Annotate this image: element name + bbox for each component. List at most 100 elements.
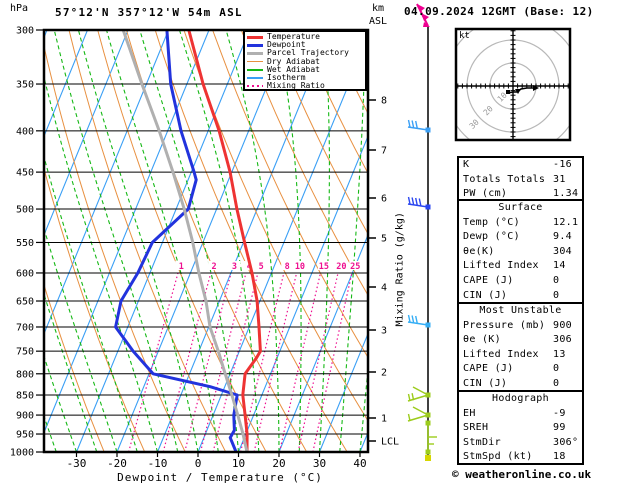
- row-label: StmSpd (kt): [463, 451, 533, 463]
- datetime-label: 04.09.2024 12GMT (Base: 12): [404, 5, 594, 18]
- row-value: 304: [553, 245, 572, 257]
- svg-text:400: 400: [16, 126, 34, 137]
- row-label: CAPE (J): [463, 274, 514, 286]
- svg-text:6: 6: [381, 194, 387, 205]
- svg-text:450: 450: [16, 168, 34, 179]
- row-label: EH: [463, 407, 476, 419]
- x-axis-title: Dewpoint / Temperature (°C): [117, 471, 323, 484]
- pressure-tick-labels: 300 350 400 450 500 550 600 650 700 750 800 850 900 9…: [10, 26, 44, 459]
- table-title: Surface: [498, 202, 543, 213]
- row-value: 13: [553, 348, 566, 360]
- svg-text:8: 8: [381, 96, 387, 107]
- svg-text:4: 4: [381, 283, 387, 294]
- table-row: StmDir 306°: [459, 436, 582, 451]
- lcl-label: LCL: [381, 437, 399, 448]
- svg-text:2: 2: [381, 368, 387, 379]
- svg-text:650: 650: [16, 297, 34, 308]
- table-row: EH -9: [459, 407, 582, 422]
- svg-text:-10: -10: [148, 457, 168, 470]
- row-value: 9.4: [553, 231, 572, 243]
- legend-swatch-icon: [247, 43, 263, 47]
- table-row: Lifted Index 14: [459, 259, 582, 274]
- svg-text:-20: -20: [107, 457, 127, 470]
- most-unstable-table: Most Unstable Pressure (mb) 900 θe (K) 306 Li…: [457, 302, 584, 392]
- legend-item-label: Mixing Ratio: [267, 81, 325, 91]
- table-row: Temp (°C) 12.1: [459, 216, 582, 231]
- station-title: 57°12'N 357°12'W 54m ASL: [55, 6, 243, 19]
- skewt-sounding-page: { "header": { "pressure_unit": "hPa", "t…: [0, 0, 629, 486]
- svg-text:3: 3: [232, 262, 237, 272]
- hodograph-table: Hodograph EH -9 SREH 99 StmDir 306° StmSpd (kt)…: [457, 390, 584, 465]
- table-row: K -16: [459, 158, 582, 173]
- table-row: SREH 99: [459, 421, 582, 436]
- table-row: CAPE (J) 0: [459, 362, 582, 377]
- svg-text:7: 7: [381, 146, 387, 157]
- table-row: θe(K) 304: [459, 245, 582, 260]
- row-value: 18: [553, 451, 566, 463]
- svg-text:500: 500: [16, 205, 34, 216]
- row-value: 0: [553, 289, 560, 301]
- svg-text:900: 900: [16, 411, 34, 422]
- legend-swatch-icon: [247, 51, 263, 55]
- svg-text:5: 5: [259, 262, 264, 272]
- row-label: CAPE (J): [463, 363, 514, 375]
- wind-level-marker: [425, 455, 431, 461]
- table-row: Pressure (mb) 900: [459, 319, 582, 334]
- km-unit-label: km: [372, 3, 385, 14]
- svg-text:2: 2: [212, 262, 217, 272]
- row-label: Dewp (°C): [463, 231, 520, 243]
- svg-text:8: 8: [285, 262, 290, 272]
- row-label: Temp (°C): [463, 216, 520, 228]
- svg-text:0: 0: [195, 457, 202, 470]
- hodograph-unit-label: kt: [459, 31, 470, 41]
- table-row: Lifted Index 13: [459, 348, 582, 363]
- row-label: SREH: [463, 422, 489, 434]
- wind-barb-column: [407, 3, 437, 461]
- svg-text:350: 350: [16, 80, 34, 91]
- surface-table: Surface Temp (°C) 12.1 Dewp (°C) 9.4 θe(K) 304…: [457, 199, 584, 304]
- svg-text:5: 5: [381, 234, 387, 245]
- legend-swatch-icon: [247, 60, 263, 63]
- legend-swatch-icon: [247, 35, 263, 39]
- row-label: Lifted Index: [463, 348, 539, 360]
- svg-text:550: 550: [16, 238, 34, 249]
- svg-text:950: 950: [16, 430, 34, 441]
- row-value: 900: [553, 319, 572, 331]
- row-label: θe(K): [463, 245, 495, 257]
- pressure-unit-label: hPa: [10, 3, 29, 14]
- row-value: 99: [553, 422, 566, 434]
- row-label: K: [463, 159, 470, 170]
- legend-item: Wet Adiabat: [247, 65, 365, 74]
- legend-item: Temperature: [247, 33, 365, 41]
- table-row: CAPE (J) 0: [459, 274, 582, 289]
- legend-swatch-icon: [247, 69, 263, 71]
- mixing-ratio-labels: 1 2 3 4 5 8 10 15 20 25: [175, 261, 362, 272]
- svg-text:-30: -30: [67, 457, 87, 470]
- svg-text:15: 15: [319, 262, 329, 272]
- row-value: 0: [553, 274, 560, 286]
- table-title: Most Unstable: [479, 305, 562, 316]
- temperature-tick-labels: -30 -20 -10 0 10 20 30 40: [67, 452, 367, 470]
- svg-text:750: 750: [16, 347, 34, 358]
- row-label: CIN (J): [463, 377, 508, 389]
- row-label: CIN (J): [463, 289, 508, 301]
- legend-box: Temperature Dewpoint Parcel Trajectory Dry …: [243, 30, 367, 91]
- hodograph-ring-label: 30: [468, 118, 481, 131]
- hodograph-ring-label: 20: [482, 104, 495, 117]
- mixing-ratio-axis-label: Mixing Ratio (g/kg): [394, 212, 406, 327]
- svg-text:300: 300: [16, 26, 34, 37]
- row-value: -9: [553, 407, 566, 419]
- table-row: StmSpd (kt) 18: [459, 450, 582, 465]
- svg-text:10: 10: [232, 457, 245, 470]
- svg-text:10: 10: [295, 262, 305, 272]
- svg-text:1000: 1000: [10, 448, 34, 459]
- legend-swatch-icon: [247, 85, 263, 88]
- svg-text:25: 25: [350, 262, 360, 272]
- row-value: 306: [553, 334, 572, 346]
- row-value: 14: [553, 260, 566, 272]
- indices-table: K -16 Totals Totals 31 PW (cm) 1.34: [457, 156, 584, 201]
- svg-text:30: 30: [313, 457, 326, 470]
- row-label: θe (K): [463, 334, 501, 346]
- svg-text:1: 1: [179, 262, 184, 272]
- table-row: Dewp (°C) 9.4: [459, 230, 582, 245]
